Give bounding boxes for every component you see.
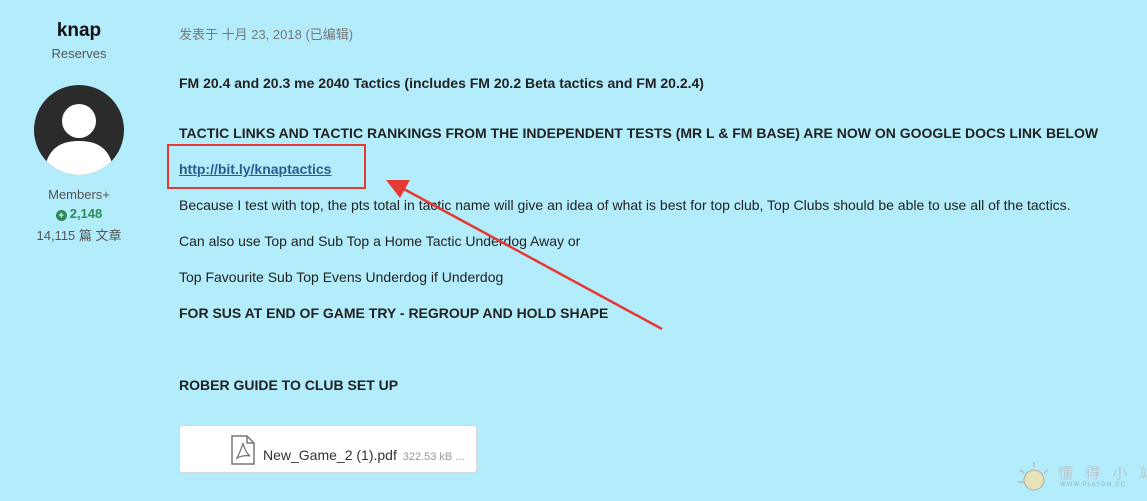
post-paragraph-5: ROBER GUIDE TO CLUB SET UP xyxy=(179,377,399,393)
attachment-file[interactable]: New_Game_2 (1).pdf 322.53 kB ... xyxy=(179,425,477,473)
avatar[interactable] xyxy=(34,85,124,175)
author-name[interactable]: knap xyxy=(0,20,158,42)
watermark-text: 懂 得 小 站 xyxy=(1058,465,1147,482)
post-paragraph-3: Top Favourite Sub Top Evens Underdog if … xyxy=(179,269,504,285)
author-rank: Members+ xyxy=(48,187,110,202)
post-meta: 发表于 十月 23, 2018 (已编辑) xyxy=(179,27,354,42)
post-paragraph-2: Can also use Top and Sub Top a Home Tact… xyxy=(179,233,581,249)
watermark-logo-icon xyxy=(1018,462,1049,491)
pdf-file-icon xyxy=(231,435,255,465)
attachment-size: 322.53 kB ... xyxy=(402,451,465,463)
post-title: FM 20.4 and 20.3 me 2040 Tactics (includ… xyxy=(179,75,704,91)
plus-circle-icon: + xyxy=(55,210,67,221)
reputation-count: 2,148 xyxy=(69,206,103,221)
default-user-icon xyxy=(44,104,114,175)
post-notice: TACTIC LINKS AND TACTIC RANKINGS FROM TH… xyxy=(179,125,1099,141)
reputation-badge: +2,148 xyxy=(0,206,158,221)
watermark-url: WWW.PLAYDM.CC xyxy=(1060,482,1126,488)
author-post-count: 14,115 篇 文章 xyxy=(36,228,122,243)
author-group: Reserves xyxy=(51,46,107,61)
post-paragraph-4: FOR SUS AT END OF GAME TRY - REGROUP AND… xyxy=(179,305,609,321)
attachment-filename: New_Game_2 (1).pdf xyxy=(263,447,397,463)
link-highlight-box xyxy=(167,144,366,189)
site-watermark: 懂 得 小 站 WWW.PLAYDM.CC xyxy=(1012,458,1147,498)
post-paragraph-1: Because I test with top, the pts total i… xyxy=(179,197,1071,213)
